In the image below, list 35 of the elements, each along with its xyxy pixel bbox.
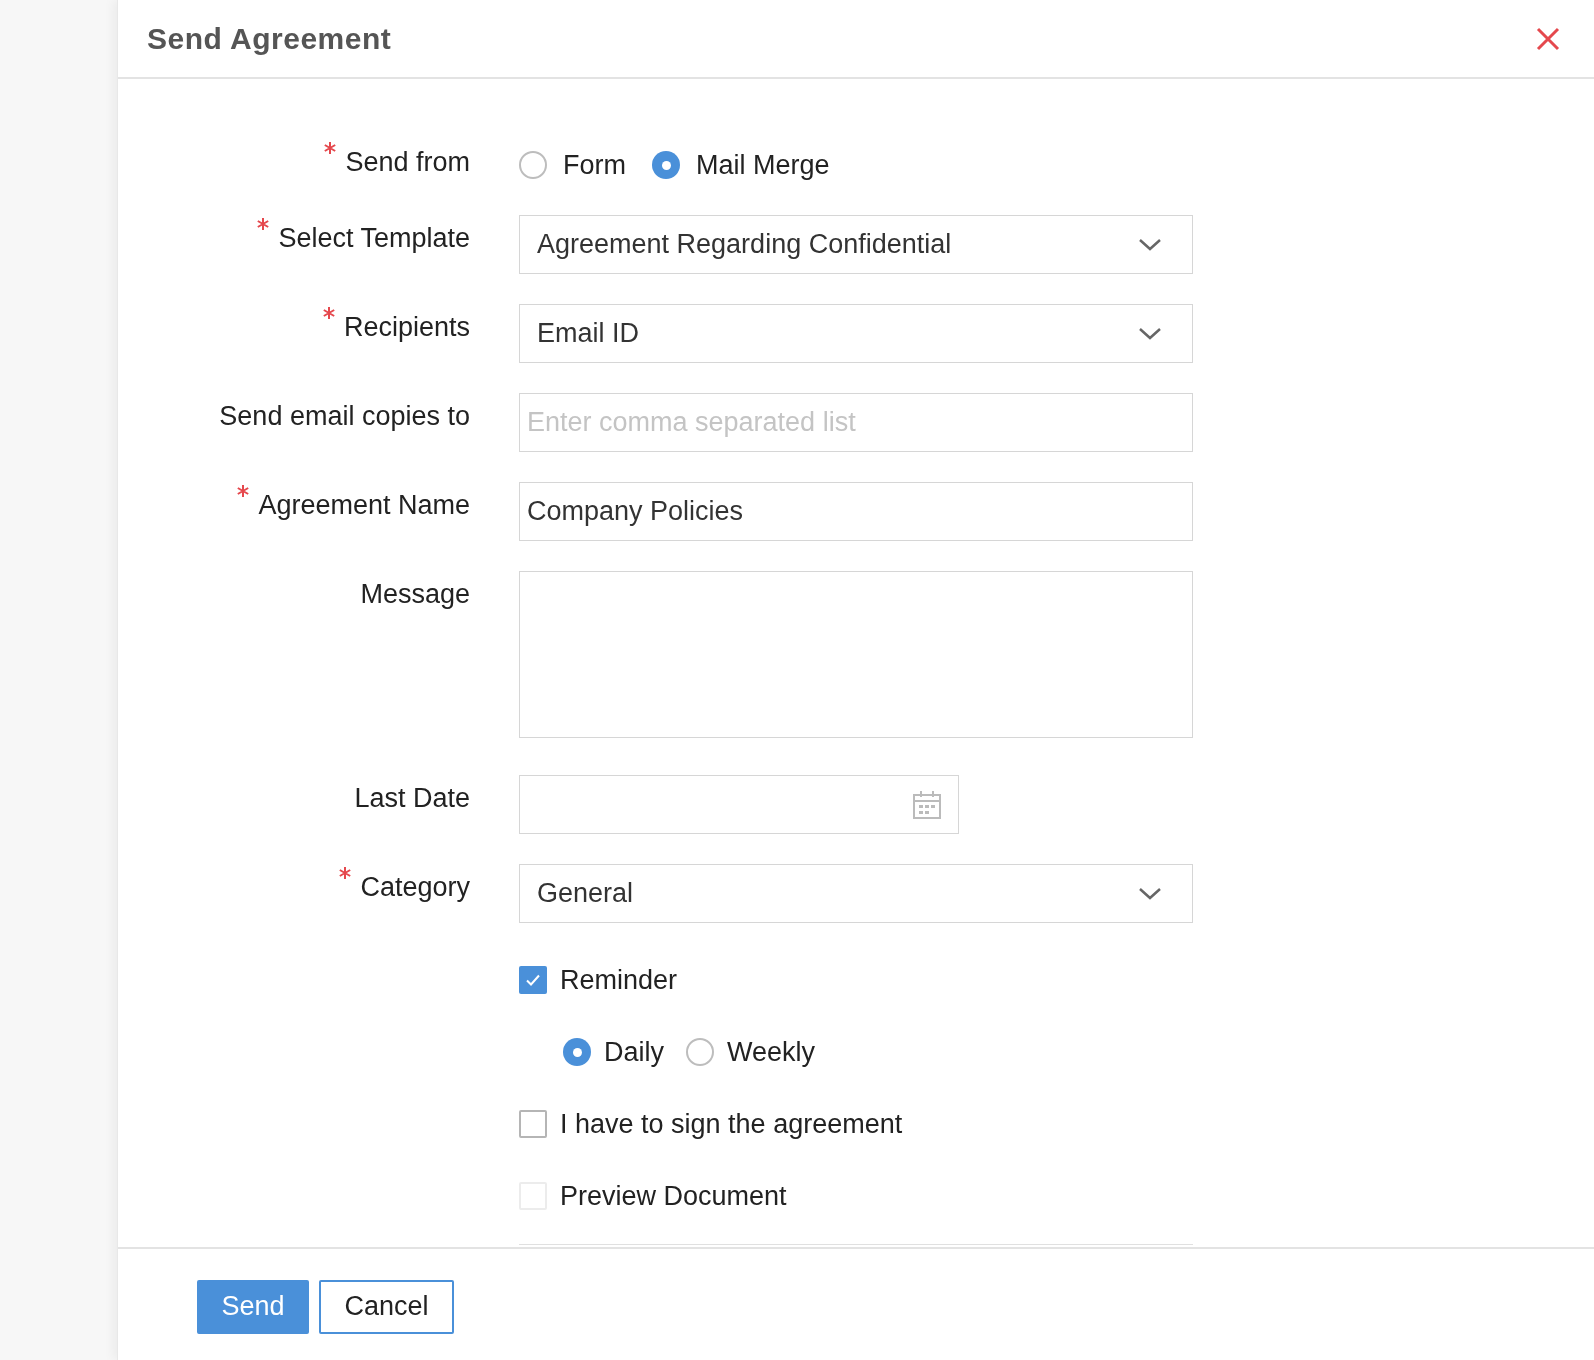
dropdown-field[interactable]: General <box>519 864 1193 923</box>
field-label: Category <box>360 871 470 904</box>
cancel-button[interactable]: Cancel <box>319 1279 454 1334</box>
checkbox-label: Reminder <box>560 963 678 997</box>
field-label: Last Date <box>354 782 470 815</box>
radio-label: Form <box>563 148 626 182</box>
radio-label: Weekly <box>727 1035 816 1069</box>
radio-label: Mail Merge <box>696 148 830 182</box>
field-label: Recipients <box>343 311 470 344</box>
radio-button[interactable] <box>686 1038 714 1066</box>
radio-button[interactable] <box>652 151 680 179</box>
chevron-down-icon <box>1138 326 1162 341</box>
radio-label: Daily <box>604 1035 664 1069</box>
checkbox-label: Preview Document <box>560 1179 787 1213</box>
field-label: Agreement Name <box>258 489 470 522</box>
text-input[interactable]: Company Policies <box>519 482 1193 541</box>
field-label: Select Template <box>278 222 470 255</box>
message-textarea[interactable] <box>519 571 1193 738</box>
dialog-title: Send Agreement <box>147 21 392 57</box>
close-icon[interactable] <box>1536 26 1560 51</box>
chevron-down-icon <box>1138 886 1162 901</box>
text-input[interactable]: Enter comma separated list <box>519 393 1193 452</box>
calendar-icon[interactable] <box>912 789 942 820</box>
checkbox-label: I have to sign the agreement <box>560 1107 903 1141</box>
dropdown-field[interactable]: Agreement Regarding Confidential <box>519 215 1193 274</box>
date-field[interactable] <box>519 775 959 834</box>
field-label: Send email copies to <box>219 400 470 433</box>
checkbox[interactable] <box>519 966 547 994</box>
radio-button[interactable] <box>519 151 547 179</box>
radio-button[interactable] <box>563 1038 591 1066</box>
chevron-down-icon <box>1138 237 1162 252</box>
dropdown-field[interactable]: Email ID <box>519 304 1193 363</box>
field-label: Message <box>360 578 470 611</box>
field-label: Send from <box>345 146 470 179</box>
checkbox[interactable] <box>519 1110 547 1138</box>
